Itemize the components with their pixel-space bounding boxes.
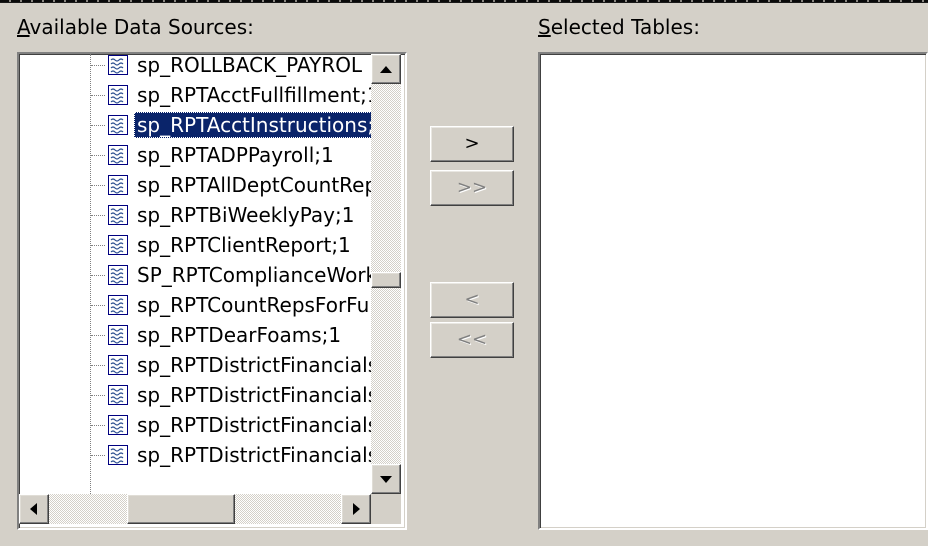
scroll-left-button[interactable]: [19, 494, 49, 524]
tree-item[interactable]: sp_ROLLBACK_PAYROL: [19, 54, 371, 80]
vertical-scrollbar[interactable]: [371, 54, 401, 494]
tree-connector: [91, 245, 105, 246]
tree-connector: [91, 65, 105, 66]
available-data-sources-label: Available Data Sources:: [17, 15, 254, 39]
tree-connector: [91, 335, 105, 336]
tree-connector: [91, 275, 105, 276]
stored-procedure-icon: [108, 325, 128, 345]
tree-item[interactable]: sp_RPTDistrictFinancials_: [19, 380, 371, 410]
vertical-scroll-thumb[interactable]: [371, 272, 401, 288]
tree-item[interactable]: sp_RPTDearFoams;1: [19, 320, 371, 350]
available-data-sources-tree[interactable]: sp_ROLLBACK_PAYROL sp_RPTAcctFullfillment…: [17, 52, 407, 530]
scrollbar-corner: [371, 494, 401, 524]
stored-procedure-icon: [108, 385, 128, 405]
tree-item[interactable]: sp_RPTAcctInstructions;1: [19, 110, 371, 140]
tree-item[interactable]: sp_RPTAcctFullfillment;1: [19, 80, 371, 110]
tree-item[interactable]: sp_RPTDistrictFinancials_: [19, 410, 371, 440]
arrow-left-icon: [30, 503, 37, 515]
tree-item-label: sp_RPTDistrictFinancials_: [137, 353, 371, 377]
tree-item-label: sp_RPTDearFoams;1: [137, 323, 342, 347]
tree-connector: [91, 425, 105, 426]
horizontal-scroll-thumb[interactable]: [127, 494, 235, 524]
scroll-up-button[interactable]: [371, 54, 401, 84]
stored-procedure-icon: [108, 175, 128, 195]
remove-all-button[interactable]: <<: [430, 322, 514, 358]
tree-connector: [91, 305, 105, 306]
tree-item[interactable]: SP_RPTComplianceWork: [19, 260, 371, 290]
tree-item[interactable]: sp_RPTADPPayroll;1: [19, 140, 371, 170]
tree-connector: [91, 185, 105, 186]
arrow-right-icon: [353, 503, 360, 515]
tree-connector: [91, 155, 105, 156]
tree-item-label: sp_RPTADPPayroll;1: [137, 143, 334, 167]
tree-connector: [91, 95, 105, 96]
top-border: [0, 0, 928, 3]
stored-procedure-icon: [108, 115, 128, 135]
tree-connector: [91, 365, 105, 366]
tree-connector: [91, 395, 105, 396]
tree-item[interactable]: sp_RPTAllDeptCountRep: [19, 170, 371, 200]
stored-procedure-icon: [108, 205, 128, 225]
tree-item[interactable]: sp_RPTClientReport;1: [19, 230, 371, 260]
tree-item-label: sp_RPTClientReport;1: [137, 233, 351, 257]
tree-connector: [91, 215, 105, 216]
stored-procedure-icon: [108, 145, 128, 165]
tree-item-label: sp_RPTDistrictFinancials_: [137, 383, 371, 407]
tree-item-label: sp_RPTAcctInstructions;1: [134, 112, 371, 138]
tree-item-label: sp_RPTCountRepsForFull: [137, 293, 371, 317]
tree-connector: [91, 125, 105, 126]
stored-procedure-icon: [108, 355, 128, 375]
scroll-down-button[interactable]: [371, 464, 401, 494]
stored-procedure-icon: [108, 85, 128, 105]
tree-connector: [91, 455, 105, 456]
stored-procedure-icon: [108, 445, 128, 465]
add-all-button[interactable]: >>: [430, 170, 514, 206]
tree-item[interactable]: sp_RPTDistrictFinancials: [19, 440, 371, 470]
arrow-down-icon: [380, 476, 392, 483]
tree-item-label: sp_RPTAllDeptCountRep: [137, 173, 371, 197]
stored-procedure-icon: [108, 235, 128, 255]
scroll-right-button[interactable]: [341, 494, 371, 524]
tree-item-label: sp_RPTAcctFullfillment;1: [137, 83, 371, 107]
arrow-up-icon: [380, 66, 392, 73]
tree-item-label: sp_RPTDistrictFinancials_: [137, 413, 371, 437]
add-button[interactable]: >: [430, 126, 514, 162]
horizontal-scrollbar[interactable]: [19, 494, 371, 524]
remove-button[interactable]: <: [430, 282, 514, 318]
tree-item[interactable]: sp_RPTBiWeeklyPay;1: [19, 200, 371, 230]
tree-item-label: SP_RPTComplianceWork: [137, 263, 371, 287]
tree-item[interactable]: sp_RPTDistrictFinancials_: [19, 350, 371, 380]
tree-view: sp_ROLLBACK_PAYROL sp_RPTAcctFullfillment…: [19, 54, 371, 494]
stored-procedure-icon: [108, 55, 128, 75]
tree-item-label: sp_ROLLBACK_PAYROL: [137, 54, 363, 77]
selected-tables-label: Selected Tables:: [538, 15, 700, 39]
selected-tables-list[interactable]: [538, 52, 928, 530]
stored-procedure-icon: [108, 265, 128, 285]
stored-procedure-icon: [108, 415, 128, 435]
tree-item[interactable]: sp_RPTCountRepsForFull: [19, 290, 371, 320]
tree-item-label: sp_RPTDistrictFinancials: [137, 443, 371, 467]
tree-item-label: sp_RPTBiWeeklyPay;1: [137, 203, 355, 227]
stored-procedure-icon: [108, 295, 128, 315]
